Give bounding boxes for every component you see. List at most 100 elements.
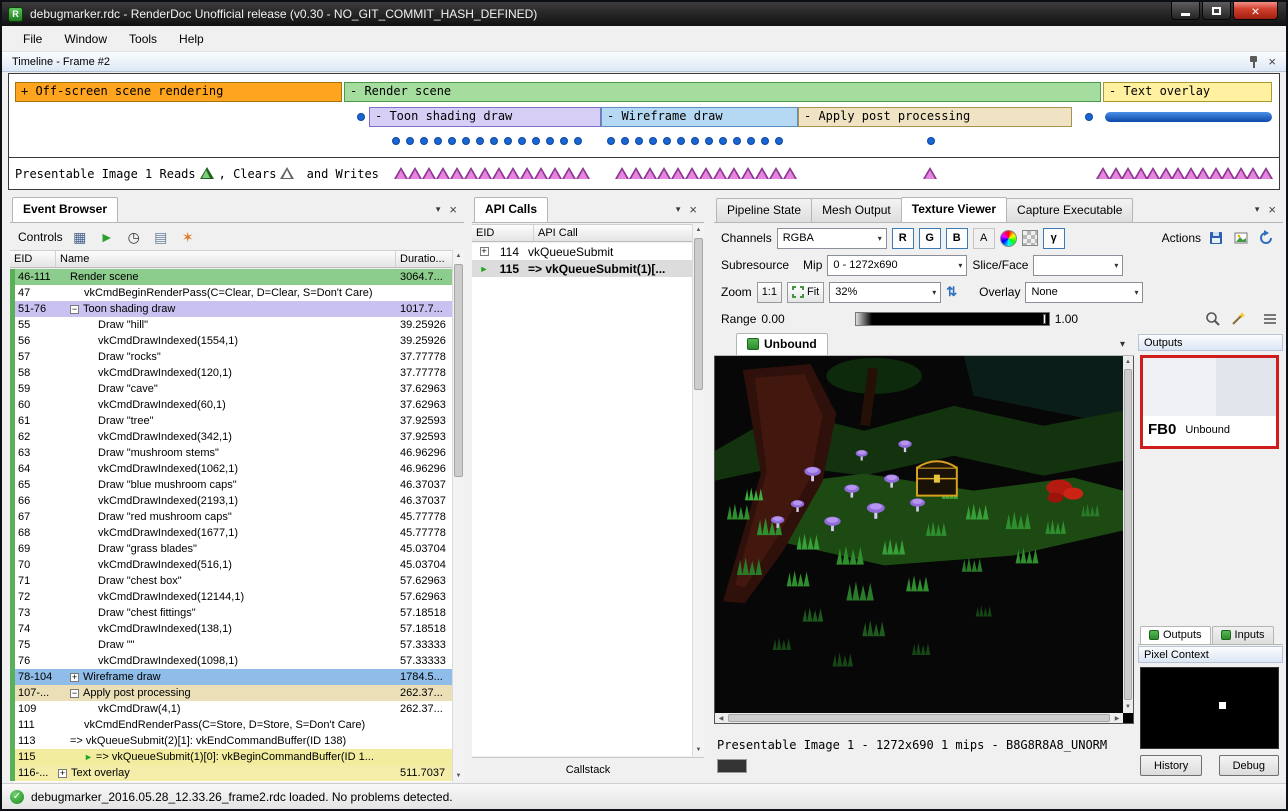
debug-button[interactable]: Debug — [1219, 755, 1279, 776]
dropdown-icon[interactable]: ▾ — [1255, 204, 1260, 215]
write-marker-icon[interactable] — [727, 167, 741, 179]
table-row[interactable]: 61Draw "tree"37.92593 — [10, 413, 452, 429]
timeline-bar-postprocess[interactable]: - Apply post processing — [798, 107, 1072, 127]
event-dot[interactable] — [747, 137, 755, 145]
write-marker-icon[interactable] — [436, 167, 450, 179]
table-row[interactable]: 57Draw "rocks"37.77778 — [10, 349, 452, 365]
red-channel-button[interactable]: R — [892, 228, 914, 249]
timeline-bar-toon-shading[interactable]: - Toon shading draw — [369, 107, 601, 127]
scroll-down-icon[interactable]: ▼ — [1123, 701, 1133, 713]
range-slider[interactable] — [855, 312, 1050, 326]
write-marker-icon[interactable] — [464, 167, 478, 179]
save-icon[interactable] — [1206, 228, 1226, 248]
list-item[interactable]: ►115=> vkQueueSubmit(1)[... — [472, 260, 692, 277]
write-marker-icon[interactable] — [492, 167, 506, 179]
timeline-bar-text-overlay[interactable]: - Text overlay — [1103, 82, 1272, 102]
write-marker-icon[interactable] — [923, 167, 937, 179]
event-dot[interactable] — [927, 137, 935, 145]
event-dot[interactable] — [434, 137, 442, 145]
event-dot[interactable] — [733, 137, 741, 145]
event-dot[interactable] — [462, 137, 470, 145]
callstack-section[interactable]: Callstack — [472, 757, 704, 782]
event-dot[interactable] — [504, 137, 512, 145]
range-max-value[interactable]: 1.00 — [1055, 312, 1078, 326]
list-item[interactable]: +114vkQueueSubmit — [472, 243, 692, 260]
write-marker-icon[interactable] — [534, 167, 548, 179]
minimize-button[interactable] — [1171, 2, 1200, 20]
menu-tools[interactable]: Tools — [118, 28, 168, 50]
timeline-track[interactable]: + Off-screen scene rendering - Render sc… — [9, 74, 1279, 158]
column-duration[interactable]: Duratio... — [396, 251, 452, 267]
range-min-value[interactable]: 0.00 — [761, 312, 784, 326]
expand-icon[interactable]: + — [70, 673, 79, 682]
write-marker-icon[interactable] — [783, 167, 797, 179]
maximize-button[interactable] — [1202, 2, 1231, 20]
slice-face-select[interactable]: ▾ — [1033, 255, 1123, 276]
table-row[interactable]: 51-76−Toon shading draw1017.7... — [10, 301, 452, 317]
history-button[interactable]: History — [1140, 755, 1202, 776]
scroll-left-icon[interactable]: ◀ — [715, 713, 727, 723]
tab-texture-viewer[interactable]: Texture Viewer — [901, 197, 1007, 222]
event-dot[interactable] — [677, 137, 685, 145]
table-row[interactable]: 47vkCmdBeginRenderPass(C=Clear, D=Clear,… — [10, 285, 452, 301]
write-marker-icon[interactable] — [657, 167, 671, 179]
close-icon[interactable]: × — [1268, 203, 1276, 216]
event-dot[interactable] — [420, 137, 428, 145]
table-row[interactable]: 69Draw "grass blades"45.03704 — [10, 541, 452, 557]
write-marker-icon[interactable] — [576, 167, 590, 179]
texture-viewport[interactable]: ▲ ▼ ◀ ▶ — [714, 356, 1134, 724]
table-row[interactable]: 60vkCmdDrawIndexed(60,1)37.62963 — [10, 397, 452, 413]
pixel-context-view[interactable] — [1140, 667, 1279, 749]
write-marker-icon[interactable] — [755, 167, 769, 179]
event-dot[interactable] — [546, 137, 554, 145]
close-button[interactable]: × — [1233, 2, 1278, 20]
open-image-icon[interactable] — [1231, 228, 1251, 248]
table-row[interactable]: 71Draw "chest box"57.62963 — [10, 573, 452, 589]
table-row[interactable]: 63Draw "mushroom stems"46.96296 — [10, 445, 452, 461]
table-row[interactable]: 78-104+Wireframe draw1784.5... — [10, 669, 452, 685]
close-icon[interactable]: × — [1268, 55, 1276, 68]
scroll-up-icon[interactable]: ▲ — [693, 224, 704, 236]
tab-inputs[interactable]: Inputs — [1212, 626, 1274, 644]
write-marker-icon[interactable] — [699, 167, 713, 179]
table-row[interactable]: 55Draw "hill"39.25926 — [10, 317, 452, 333]
chevron-down-icon[interactable]: ▾ — [1111, 339, 1134, 355]
expand-icon[interactable]: + — [480, 247, 489, 256]
expand-icon[interactable]: + — [58, 769, 67, 778]
event-dot[interactable] — [719, 137, 727, 145]
event-dot[interactable] — [357, 113, 365, 121]
table-row[interactable]: 58vkCmdDrawIndexed(120,1)37.77778 — [10, 365, 452, 381]
event-dot[interactable] — [560, 137, 568, 145]
table-row[interactable]: 67Draw "red mushroom caps"45.77778 — [10, 509, 452, 525]
column-eid[interactable]: EID — [10, 251, 56, 267]
event-dot[interactable] — [621, 137, 629, 145]
zoom-fit-button[interactable]: Fit — [787, 282, 824, 303]
output-thumbnail-fb0[interactable]: FB0 Unbound — [1140, 355, 1279, 449]
checkerboard-background-icon[interactable] — [1022, 230, 1038, 246]
write-marker-icon[interactable] — [713, 167, 727, 179]
table-row[interactable]: 113=> vkQueueSubmit(2)[1]: vkEndCommandB… — [10, 733, 452, 749]
scroll-up-icon[interactable]: ▲ — [453, 250, 464, 262]
table-row[interactable]: 107-...−Apply post processing262.37... — [10, 685, 452, 701]
event-dot[interactable] — [761, 137, 769, 145]
tab-mesh-output[interactable]: Mesh Output — [811, 198, 902, 222]
column-name[interactable]: Name — [56, 251, 396, 267]
event-dot[interactable] — [476, 137, 484, 145]
event-dot[interactable] — [691, 137, 699, 145]
event-dot[interactable] — [649, 137, 657, 145]
close-icon[interactable]: × — [689, 203, 697, 216]
time-durations-icon[interactable]: ◷ — [124, 227, 144, 247]
event-dot[interactable] — [607, 137, 615, 145]
flip-y-icon[interactable]: ⇅ — [946, 284, 957, 300]
event-browser-scrollbar[interactable]: ▲ ▼ — [452, 250, 464, 782]
refresh-icon[interactable] — [1256, 228, 1276, 248]
table-row[interactable]: 109vkCmdDraw(4,1)262.37... — [10, 701, 452, 717]
tab-capture-executable[interactable]: Capture Executable — [1006, 198, 1133, 222]
auto-fit-wand-icon[interactable] — [1228, 309, 1248, 329]
range-options-icon[interactable] — [1264, 314, 1276, 324]
write-marker-icon[interactable] — [408, 167, 422, 179]
event-dot[interactable] — [663, 137, 671, 145]
table-row[interactable]: 66vkCmdDrawIndexed(2193,1)46.37037 — [10, 493, 452, 509]
write-marker-icon[interactable] — [741, 167, 755, 179]
write-marker-icon[interactable] — [629, 167, 643, 179]
